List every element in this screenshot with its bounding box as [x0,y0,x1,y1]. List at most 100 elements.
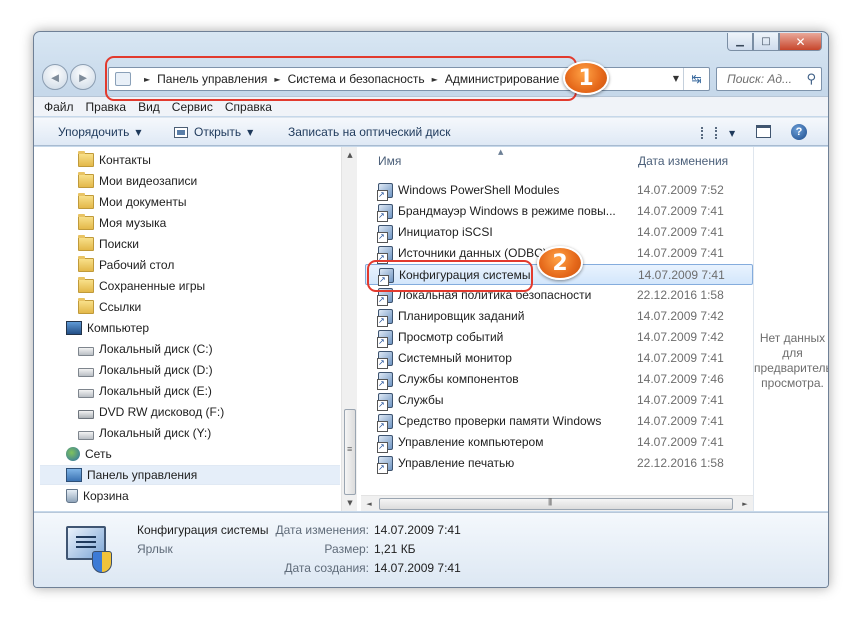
menu-file[interactable]: Файл [38,100,80,114]
forward-button[interactable]: ► [70,64,96,90]
nav-item[interactable]: Локальный диск (D:) [34,360,213,380]
nav-item[interactable]: Корзина [34,486,129,506]
help-button[interactable]: ? [791,124,807,140]
nav-item[interactable]: Компьютер [34,318,149,338]
minimize-button[interactable]: ▁ [727,33,753,51]
scroll-thumb[interactable] [344,409,356,495]
file-name: Системный монитор [398,351,512,365]
close-button[interactable]: ✕ [779,33,822,51]
file-name: Windows PowerShell Modules [398,183,560,197]
change-view-button[interactable]: ▼ [701,127,735,139]
nav-item[interactable]: Локальный диск (Y:) [34,423,211,443]
file-date: 14.07.2009 7:42 [637,330,724,344]
address-highlight-outline [105,56,577,101]
file-row[interactable]: Инициатор iSCSI 14.07.2009 7:41 [365,222,753,243]
maximize-button[interactable]: □ [753,33,779,51]
nav-item[interactable]: Локальный диск (C:) [34,339,213,359]
folder-icon [78,193,94,209]
file-name: Планировщик заданий [398,309,525,323]
file-date: 14.07.2009 7:42 [637,309,724,323]
nav-item-label: Компьютер [87,321,150,335]
folder-icon [78,214,94,230]
shortcut-icon [377,414,393,432]
scroll-thumb[interactable] [379,497,733,510]
file-date: 14.07.2009 7:41 [637,393,724,407]
nav-item[interactable]: Сохраненные игры [34,276,205,296]
search-icon[interactable]: ⚲ [806,71,816,87]
nav-item[interactable]: Моя музыка [34,213,166,233]
details-size-value: 1,21 КБ [374,542,416,556]
scroll-right-icon[interactable]: ► [737,496,753,512]
file-row[interactable]: Брандмауэр Windows в режиме повы... 14.07… [365,201,753,222]
preview-pane-button[interactable] [756,125,771,138]
chevron-down-icon: ▼ [729,128,736,138]
column-header-date[interactable]: Дата изменения [638,147,728,174]
back-button[interactable]: ◄ [42,64,68,90]
file-row[interactable]: Службы компонентов 14.07.2009 7:46 [365,369,753,390]
column-header-name[interactable]: Имя [378,147,401,174]
nav-item-label: Локальный диск (C:) [99,342,213,356]
chevron-down-icon: ▼ [135,127,142,137]
preview-message: Нет данных для предварительного просмотр… [754,331,828,390]
menu-edit[interactable]: Правка [80,100,133,114]
network-icon [66,447,80,461]
file-row[interactable]: Средство проверки памяти Windows 14.07.20… [365,411,753,432]
details-type: Ярлык [137,542,173,556]
chevron-down-icon: ▼ [247,127,254,137]
address-dropdown-icon[interactable]: ▼ [673,74,679,83]
refresh-button[interactable]: ↹ [683,68,709,90]
open-button[interactable]: Открыть ▼ [174,125,253,139]
shortcut-icon [377,183,393,201]
file-date: 14.07.2009 7:41 [637,225,724,239]
nav-item-label: Сохраненные игры [99,279,206,293]
search-input[interactable]: Поиск: Ад... ⚲ [716,67,822,91]
menu-view[interactable]: Вид [132,100,166,114]
file-date: 22.12.2016 1:58 [637,288,724,302]
sort-ascending-icon: ▲ [498,148,504,156]
file-name: Источники данных (ODBC) [398,246,547,260]
nav-item[interactable]: Мои документы [34,192,186,212]
shortcut-icon [377,330,393,348]
nav-item-label: Сеть [85,447,112,461]
nav-item[interactable]: Контакты [34,150,151,170]
content-area: Контакты Мои видеозаписи Мои документы Моя … [34,147,828,511]
recycle-bin-icon [66,489,78,503]
organize-button[interactable]: Упорядочить ▼ [58,125,142,139]
folder-icon [78,256,94,272]
file-name: Средство проверки памяти Windows [398,414,602,428]
search-placeholder: Поиск: Ад... [727,72,793,86]
shortcut-icon [377,225,393,243]
nav-item[interactable]: Ссылки [34,297,141,317]
nav-item[interactable]: DVD RW дисковод (F:) [34,402,224,422]
scroll-down-icon[interactable]: ▼ [342,495,358,511]
burn-disc-label: Записать на оптический диск [288,125,451,139]
scroll-left-icon[interactable]: ◄ [361,496,377,512]
navigation-scrollbar[interactable]: ▲ ▼ [341,147,357,511]
folder-icon [78,151,94,167]
file-row[interactable]: Управление печатью 22.12.2016 1:58 [365,453,753,474]
file-row[interactable]: Просмотр событий 14.07.2009 7:42 [365,327,753,348]
right-arrow-icon: ► [76,69,90,85]
file-row[interactable]: Планировщик заданий 14.07.2009 7:42 [365,306,753,327]
nav-item-label: Мои документы [99,195,187,209]
nav-item[interactable]: Мои видеозаписи [34,171,197,191]
file-row[interactable]: Управление компьютером 14.07.2009 7:41 [365,432,753,453]
shortcut-icon [377,456,393,474]
burn-disc-button[interactable]: Записать на оптический диск [288,125,451,139]
menu-tools[interactable]: Сервис [166,100,219,114]
file-list-scrollbar[interactable]: ◄ ► [361,495,753,511]
file-row[interactable]: Системный монитор 14.07.2009 7:41 [365,348,753,369]
file-row[interactable]: Службы 14.07.2009 7:41 [365,390,753,411]
nav-item[interactable]: Панель управления [40,465,340,485]
file-row[interactable]: Windows PowerShell Modules 14.07.2009 7:5… [365,180,753,201]
file-date: 14.07.2009 7:52 [637,183,724,197]
menu-help[interactable]: Справка [219,100,278,114]
nav-item[interactable]: Локальный диск (E:) [34,381,212,401]
details-pane: Конфигурация системы Ярлык Дата изменени… [34,512,828,587]
file-date: 14.07.2009 7:46 [637,372,724,386]
scroll-up-icon[interactable]: ▲ [342,147,358,163]
nav-item[interactable]: Рабочий стол [34,255,174,275]
file-name: Брандмауэр Windows в режиме повы... [398,204,616,218]
nav-item[interactable]: Поиски [34,234,139,254]
nav-item[interactable]: Сеть [34,444,112,464]
